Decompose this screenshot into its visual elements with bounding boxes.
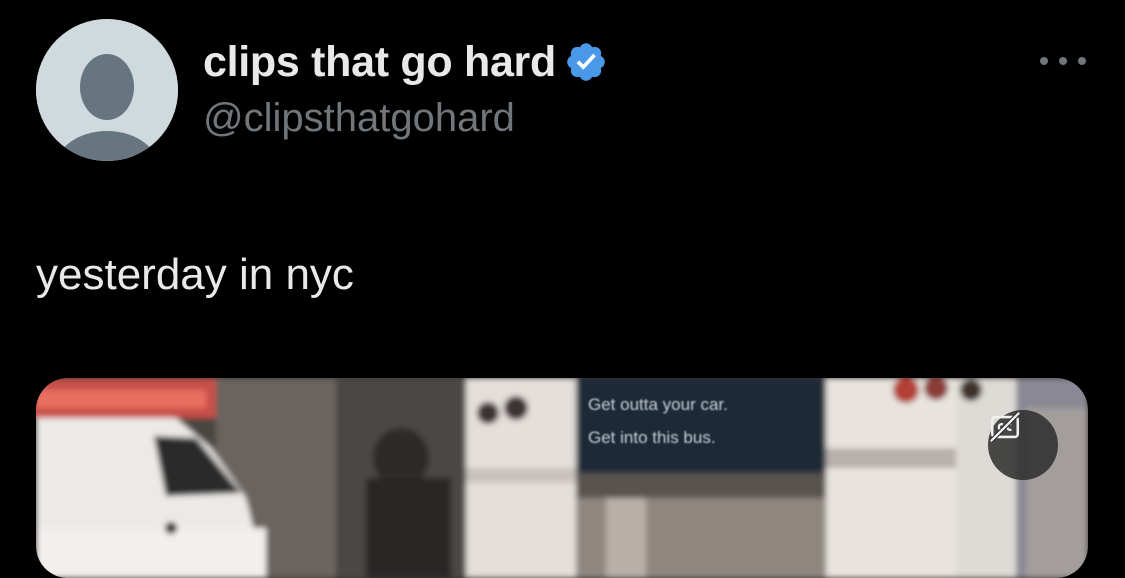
video-frame (36, 378, 1088, 578)
tweet-text: yesterday in nyc (36, 250, 354, 299)
verified-badge-icon[interactable] (564, 40, 608, 84)
more-horizontal-icon-dot (1078, 57, 1086, 65)
author-name-row: clips that go hard (203, 36, 608, 88)
default-profile-icon (36, 19, 178, 161)
billboard-text-line-2: Get into this bus. (588, 428, 716, 447)
closed-captions-button[interactable] (988, 410, 1058, 480)
more-options-button[interactable] (1040, 48, 1086, 74)
avatar[interactable] (36, 19, 178, 161)
more-horizontal-icon (1040, 57, 1048, 65)
more-horizontal-icon-dot (1059, 57, 1067, 65)
video-player[interactable]: Get outta your car. Get into this bus. (36, 378, 1088, 578)
display-name[interactable]: clips that go hard (203, 38, 556, 87)
closed-captions-off-icon (989, 411, 1021, 443)
billboard-text-line-1: Get outta your car. (588, 395, 728, 414)
author-handle[interactable]: @clipsthatgohard (203, 96, 515, 141)
